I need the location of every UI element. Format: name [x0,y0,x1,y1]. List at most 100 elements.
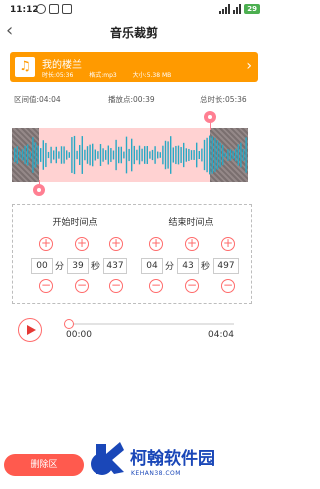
waveform-bar [14,147,16,163]
end-handle[interactable] [204,111,217,123]
progress-knob[interactable] [64,319,74,329]
waveform-bar [224,152,226,158]
end-minute-field[interactable]: 04 [141,258,163,274]
start-time-title: 开始时间点 [52,218,98,228]
end-second-plus-button[interactable]: + [185,237,199,251]
waveform-bar [29,151,31,159]
waveform-bar [24,145,26,165]
waveform-bar [107,145,109,165]
waveform [14,135,247,175]
waveform-bar [170,136,172,174]
waveform-bar [112,150,115,160]
playback-point: 播放点:00:39 [108,95,155,104]
waveform-bar [16,146,18,164]
waveform-bar [136,149,138,161]
waveform-bar [214,137,216,173]
waveform-bar [32,137,34,173]
song-card[interactable]: ♫ 我的楼兰 时长:05:36 格式:mp3 大小:5.38 MB › [10,52,258,82]
start-second-plus-button[interactable]: + [75,237,89,251]
end-minute-minus-button[interactable]: − [149,279,163,293]
waveform-bar [45,142,47,168]
waveform-bar [183,142,185,168]
total-duration: 总时长:05:36 [200,95,247,104]
waveform-bar [53,150,55,160]
end-time-title: 结束时间点 [168,218,214,228]
waveform-bar [141,148,143,162]
waveform-bar [131,138,133,172]
waveform-bar [133,145,135,165]
start-ms-field[interactable]: 437 [103,258,127,274]
waveform-bar [128,148,130,162]
start-minute-minus-button[interactable]: − [39,279,53,293]
start-second-field[interactable]: 39 [67,258,89,274]
waveform-bar [211,136,213,174]
interval-value: 区间值:04:04 [14,95,61,104]
waveform-bar [58,151,60,159]
waveform-bar [81,136,83,174]
waveform-bar [164,140,167,170]
waveform-bar [110,148,112,162]
end-ms-plus-button[interactable]: + [221,237,235,251]
start-minute-field[interactable]: 00 [31,258,53,274]
end-ms-field[interactable]: 497 [213,258,239,274]
waveform-bar [27,144,29,166]
waveform-bar [245,137,247,173]
waveform-bar [34,142,37,168]
start-minute-unit: 分 [55,262,65,272]
waveform-bar [21,149,24,161]
watermark-name: 柯翰软件园 [130,449,215,469]
waveform-bar [40,148,42,162]
waveform-bar [232,150,234,160]
waveform-bar [190,150,193,160]
delete-region-button[interactable]: 删除区 [4,454,84,476]
start-handle[interactable] [33,184,46,196]
play-button[interactable] [18,318,42,342]
waveform-bar [235,148,237,162]
waveform-bar [180,147,182,163]
end-minute-plus-button[interactable]: + [149,237,163,251]
waveform-bar [154,146,156,164]
waveform-bar [63,146,65,164]
waveform-bar [185,148,187,162]
end-second-field[interactable]: 43 [177,258,199,274]
progress-track[interactable] [68,323,234,325]
watermark-url: KEHAN38.COM [131,470,181,477]
waveform-bar [68,152,70,158]
start-minute-plus-button[interactable]: + [39,237,53,251]
waveform-bar [175,145,177,165]
end-minute-unit: 分 [165,262,175,272]
music-note-icon: ♫ [15,57,35,77]
waveform-bar [42,140,44,170]
waveform-bar [159,152,161,158]
end-time-column: 结束时间点 + + + 04 分 43 秒 497 − − − [139,205,243,305]
song-size: 大小:5.38 MB [132,72,172,79]
header: ‹ 音乐裁剪 [0,20,268,44]
start-second-minus-button[interactable]: − [75,279,89,293]
waveform-bar [50,146,52,164]
page-title: 音乐裁剪 [109,26,158,40]
song-name: 我的楼兰 [42,60,82,71]
waveform-bar [157,151,159,159]
waveform-bar [120,146,122,164]
status-bar: 11:12 29 [0,0,268,20]
start-ms-plus-button[interactable]: + [109,237,123,251]
waveform-bar [188,148,190,162]
waveform-bar [219,142,221,168]
waveform-bar [242,148,245,162]
waveform-bar [209,135,211,175]
waveform-bar [203,139,206,171]
waveform-bar [76,150,78,160]
end-ms-minus-button[interactable]: − [221,279,235,293]
waveform-bar [149,151,151,159]
waveform-bar [79,145,81,165]
waveform-bar [84,149,86,161]
waveform-bar [89,144,91,166]
waveform-bar [216,140,219,170]
end-second-minus-button[interactable]: − [185,279,199,293]
song-duration: 时长:05:36 [42,72,74,79]
waveform-bar [201,148,203,162]
start-ms-minus-button[interactable]: − [109,279,123,293]
waveform-bar [237,144,239,166]
waveform-area[interactable] [12,128,248,182]
waveform-bar [172,147,174,163]
